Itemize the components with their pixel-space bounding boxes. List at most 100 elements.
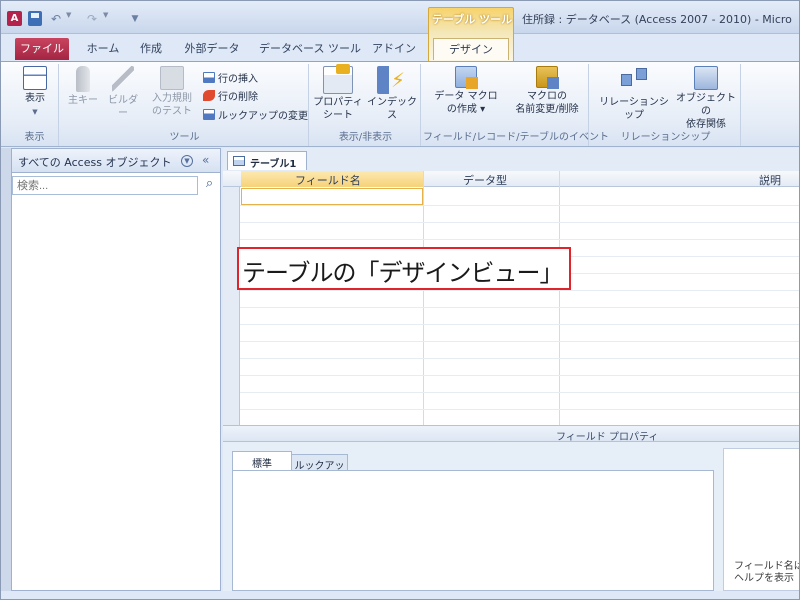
- search-icon[interactable]: ⌕: [200, 176, 219, 195]
- property-sheet-button[interactable]: プロパティ シート: [313, 64, 363, 122]
- create-data-macros-label-2: の作成 ▾: [446, 104, 486, 115]
- tab-create[interactable]: 作成: [131, 38, 171, 60]
- key-icon: [76, 66, 90, 92]
- datasheet-view-icon: [23, 66, 47, 90]
- view-button-label: 表示: [25, 93, 45, 104]
- field-name-cell-active[interactable]: [241, 188, 423, 205]
- tab-general[interactable]: 標準: [232, 451, 292, 470]
- document-tab-table1[interactable]: テーブル1: [227, 151, 307, 170]
- delete-rows-button[interactable]: 行の削除: [203, 88, 258, 103]
- indexes-label: インデックス: [367, 97, 417, 121]
- group-relationships: リレーションシップ オブジェクトの 依存関係 リレーションシップ: [591, 64, 741, 146]
- row-divider: [240, 307, 799, 308]
- relationships-label: リレーションシップ: [599, 97, 669, 121]
- nav-pane-header[interactable]: すべての Access オブジェクト ▼ «: [12, 149, 220, 173]
- object-dependencies-button[interactable]: オブジェクトの 依存関係: [675, 66, 737, 131]
- tab-database-tools[interactable]: データベース ツール: [257, 38, 363, 60]
- nav-filter-dropdown-icon[interactable]: ▼: [181, 155, 193, 167]
- insert-rows-icon: [203, 72, 215, 83]
- customize-qat-icon[interactable]: ▼: [129, 11, 141, 26]
- field-properties-help-panel: フィールド名は ヘルプを表示: [723, 448, 800, 591]
- modify-lookups-button[interactable]: ルックアップの変更: [203, 107, 308, 122]
- object-dependencies-icon: [694, 66, 718, 90]
- title-bar: A ↶ ▼ ↷ ▼ ▼ テーブル ツール 住所録 : データベース (Acces…: [1, 1, 799, 62]
- test-validation-rules-button[interactable]: 入力規則 のテスト: [147, 66, 197, 118]
- primary-key-button[interactable]: 主キー: [65, 66, 101, 107]
- delete-rows-icon: [203, 90, 215, 101]
- tab-file[interactable]: ファイル: [15, 38, 69, 60]
- row-divider: [240, 205, 799, 206]
- primary-key-label: 主キー: [68, 95, 98, 106]
- group-label-view: 表示: [24, 132, 45, 143]
- column-header-description[interactable]: 説明: [759, 172, 781, 188]
- group-label-relationships: リレーションシップ: [620, 132, 711, 143]
- access-window: A ↶ ▼ ↷ ▼ ▼ テーブル ツール 住所録 : データベース (Acces…: [0, 0, 800, 600]
- modify-lookups-icon: [203, 109, 215, 120]
- column-divider: [559, 171, 560, 439]
- group-table-events: データ マクロ の作成 ▾ マクロの 名前変更/削除 フィールド/レコード/テー…: [423, 64, 609, 146]
- test-rules-label-1: 入力規則: [152, 93, 192, 104]
- table-design-grid: フィールド名 データ型 説明: [223, 171, 799, 439]
- relationships-icon: [619, 66, 649, 94]
- tab-add-ins[interactable]: アドイン: [369, 38, 419, 60]
- relationship-table-right-icon: [636, 68, 647, 80]
- rename-macro-badge-icon: [547, 77, 559, 89]
- delete-rows-label: 行の削除: [218, 92, 258, 103]
- group-label-tools: ツール: [169, 132, 200, 143]
- ribbon: 表示 ▼ 表示 主キー ビルダー 入力規則 のテスト 行の挿入 行の削除 ルック…: [1, 61, 799, 147]
- test-rules-label-2: のテスト: [152, 106, 192, 117]
- tab-lookup[interactable]: ルックアップ: [291, 454, 348, 487]
- field-properties-help-text: フィールド名は ヘルプを表示: [734, 561, 800, 585]
- tab-external-data[interactable]: 外部データ: [177, 38, 247, 60]
- rename-macro-label-1: マクロの: [527, 91, 567, 102]
- create-data-macros-button[interactable]: データ マクロ の作成 ▾: [429, 66, 503, 116]
- group-label-table-events: フィールド/レコード/テーブルのイベント: [423, 132, 609, 143]
- rename-macro-label-2: 名前変更/削除: [515, 104, 579, 115]
- tab-design[interactable]: デザイン: [433, 38, 509, 60]
- insert-rows-button[interactable]: 行の挿入: [203, 70, 258, 85]
- undo-dropdown-icon[interactable]: ▼: [66, 11, 71, 19]
- property-sheet-icon: [323, 64, 353, 94]
- context-group-label: テーブル ツール: [431, 13, 513, 26]
- table-icon: [233, 156, 245, 166]
- document-tab-label: テーブル1: [250, 159, 297, 170]
- builder-button[interactable]: ビルダー: [105, 66, 141, 120]
- indexes-button[interactable]: ⚡ インデックス: [365, 66, 419, 122]
- rename-delete-macro-button[interactable]: マクロの 名前変更/削除: [509, 66, 585, 116]
- navigation-pane: すべての Access オブジェクト ▼ «: [11, 148, 221, 591]
- nav-collapse-icon[interactable]: «: [202, 153, 209, 167]
- undo-icon[interactable]: ↶: [49, 11, 63, 26]
- data-macro-icon: [455, 66, 478, 89]
- redo-dropdown-icon[interactable]: ▼: [103, 11, 108, 19]
- access-app-icon[interactable]: A: [7, 11, 22, 26]
- row-divider: [240, 222, 799, 223]
- save-icon[interactable]: [28, 11, 42, 26]
- row-divider: [240, 239, 799, 240]
- lightning-icon: ⚡: [391, 68, 406, 92]
- column-header-field-name[interactable]: フィールド名: [295, 172, 361, 188]
- window-left-edge: [1, 148, 11, 591]
- field-properties-sheet[interactable]: [232, 470, 714, 591]
- test-rules-icon: [160, 66, 184, 90]
- group-label-show-hide: 表示/非表示: [338, 132, 393, 143]
- row-divider: [240, 392, 799, 393]
- group-show-hide: プロパティ シート ⚡ インデックス 表示/非表示: [311, 64, 421, 146]
- help-text-line-1: フィールド名は: [734, 561, 800, 572]
- modify-lookups-label: ルックアップの変更: [218, 111, 308, 122]
- design-view-annotation: テーブルの「デザインビュー」: [237, 247, 571, 290]
- tab-home[interactable]: ホーム: [81, 38, 125, 60]
- row-divider: [240, 324, 799, 325]
- nav-search-input[interactable]: [12, 176, 198, 195]
- relationships-button[interactable]: リレーションシップ: [595, 66, 673, 122]
- help-text-line-2: ヘルプを表示: [734, 573, 794, 584]
- group-tools: 主キー ビルダー 入力規則 のテスト 行の挿入 行の削除 ルックアップの変更 ツ…: [61, 64, 309, 146]
- row-selector-column[interactable]: [223, 187, 240, 439]
- indexes-icon: ⚡: [377, 66, 407, 94]
- redo-icon[interactable]: ↷: [85, 11, 99, 26]
- property-sheet-tag-icon: [336, 64, 350, 74]
- view-button[interactable]: 表示 ▼: [17, 66, 53, 119]
- row-divider: [240, 341, 799, 342]
- column-header-data-type[interactable]: データ型: [463, 172, 507, 188]
- builder-label: ビルダー: [108, 95, 138, 119]
- rename-macro-icon: [536, 66, 559, 89]
